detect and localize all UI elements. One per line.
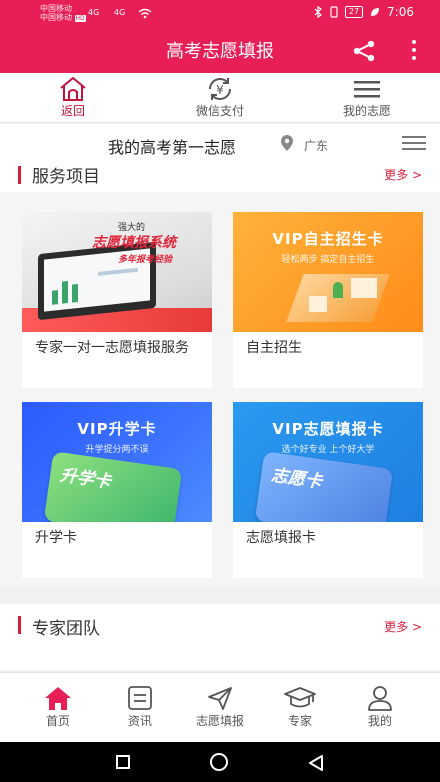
card-text: 升学卡 [58, 465, 113, 493]
team-title: 专家团队 [32, 619, 100, 639]
card-text: 志愿卡 [269, 465, 324, 493]
recent-apps-button[interactable] [116, 755, 130, 769]
team-section: 专家团队 更多 > [0, 604, 440, 670]
independent-admission-banner: VIP自主招生卡 轻松两步 搞定自主招生 [233, 212, 423, 332]
nav-back[interactable]: 返回 [23, 75, 123, 119]
system-nav-bar [0, 742, 440, 782]
carrier-1: 中国移动 [40, 4, 72, 13]
back-button[interactable] [308, 754, 324, 772]
service-caption: 志愿填报卡 [246, 530, 316, 546]
tab-mine-label: 我的 [367, 714, 392, 728]
location-pin-icon [281, 135, 293, 151]
banner-title: VIP志愿填报卡 [272, 420, 384, 438]
section-marker [18, 166, 21, 184]
app-screen: 中国移动 中国移动 HD 4G 4G 27 7:06 高考志愿填报 返回 ¥ 微… [0, 0, 440, 782]
services-grid: 强大的 志愿填报系统 多年报考经验 专家一对一志愿填报服务 VIP自主招生卡 轻… [0, 192, 440, 586]
bluetooth-icon [314, 6, 322, 18]
banner-subtitle: 升学提分两不误 [85, 445, 149, 455]
menu-icon[interactable] [402, 136, 426, 154]
menu-list-icon [354, 81, 380, 98]
carrier-2: 中国移动 [40, 13, 72, 22]
user-icon [368, 686, 392, 711]
status-bar: 中国移动 中国移动 HD 4G 4G 27 7:06 [0, 0, 440, 26]
tab-experts-label: 专家 [287, 714, 312, 728]
home-button[interactable] [210, 753, 228, 771]
banner-title: VIP升学卡 [77, 420, 157, 438]
home-icon [60, 77, 86, 101]
team-more-link[interactable]: 更多 > [384, 618, 422, 635]
vibrate-icon [330, 6, 338, 18]
hd-badge: HD [74, 15, 86, 22]
carrier-info: 中国移动 中国移动 HD [40, 4, 86, 23]
service-card-expert[interactable]: 强大的 志愿填报系统 多年报考经验 专家一对一志愿填报服务 [22, 212, 212, 388]
first-choice-bar: 我的高考第一志愿 广东 [0, 124, 440, 162]
service-card-application[interactable]: VIP志愿填报卡 选个好专业 上个好大学 志愿卡 志愿填报卡 [233, 402, 423, 578]
tab-experts[interactable]: 专家 [260, 683, 340, 729]
signal-1: 4G [88, 8, 100, 17]
home-filled-icon [45, 687, 71, 710]
card-illustration: 志愿卡 [254, 451, 394, 522]
nav-back-label: 返回 [60, 104, 85, 118]
nav-wechat-pay[interactable]: ¥ 微信支付 [170, 75, 270, 119]
banner-title: VIP自主招生卡 [272, 230, 384, 248]
services-header: 服务项目 更多 > [0, 162, 440, 192]
signal-2: 4G [114, 8, 126, 17]
clock: 7:06 [387, 5, 414, 19]
service-caption: 专家一对一志愿填报服务 [35, 340, 189, 356]
services-title: 服务项目 [32, 167, 100, 187]
tab-news[interactable]: 资讯 [100, 683, 180, 729]
banner-subtitle: 轻松两步 搞定自主招生 [281, 255, 375, 265]
services-more-link[interactable]: 更多 > [384, 166, 422, 183]
yen-exchange-icon: ¥ [209, 78, 231, 100]
service-caption: 自主招生 [246, 340, 302, 356]
tab-application-label: 志愿填报 [195, 714, 244, 728]
service-card-independent[interactable]: VIP自主招生卡 轻松两步 搞定自主招生 自主招生 [233, 212, 423, 388]
first-choice-title: 我的高考第一志愿 [108, 138, 237, 157]
tab-home[interactable]: 首页 [18, 683, 98, 729]
banner-line-2: 志愿填报系统 [92, 235, 176, 251]
nav-my-choices[interactable]: 我的志愿 [317, 75, 417, 119]
section-marker [18, 616, 21, 634]
news-icon [128, 686, 152, 710]
status-right: 27 7:06 [313, 5, 414, 19]
card-illustration: 升学卡 [43, 451, 183, 522]
more-vertical-icon[interactable] [409, 40, 419, 62]
share-icon[interactable] [352, 40, 376, 62]
service-card-upgrade[interactable]: VIP升学卡 升学提分两不误 升学卡 升学卡 [22, 402, 212, 578]
top-nav: 返回 ¥ 微信支付 我的志愿 [0, 73, 440, 123]
expert-service-banner: 强大的 志愿填报系统 多年报考经验 [22, 212, 212, 332]
region-selector[interactable]: 广东 [304, 137, 328, 154]
leaf-icon [371, 8, 380, 16]
application-card-banner: VIP志愿填报卡 选个好专业 上个好大学 志愿卡 [233, 402, 423, 522]
svg-text:¥: ¥ [216, 83, 224, 97]
graduation-cap-icon [284, 687, 316, 708]
nav-my-choices-label: 我的志愿 [342, 104, 391, 118]
bottom-tab-bar: 首页 资讯 志愿填报 专家 我的 [0, 672, 440, 742]
banner-line-3: 多年报考经验 [118, 255, 173, 265]
upgrade-card-banner: VIP升学卡 升学提分两不误 升学卡 [22, 402, 212, 522]
battery-indicator: 27 [344, 6, 364, 18]
nav-wechat-pay-label: 微信支付 [195, 104, 244, 118]
service-caption: 升学卡 [35, 530, 77, 546]
banner-subtitle: 选个好专业 上个好大学 [281, 445, 375, 455]
tab-application[interactable]: 志愿填报 [180, 683, 260, 729]
send-icon [208, 687, 232, 710]
app-header: 中国移动 中国移动 HD 4G 4G 27 7:06 高考志愿填报 [0, 0, 440, 73]
tab-news-label: 资讯 [127, 714, 152, 728]
tab-mine[interactable]: 我的 [340, 683, 420, 729]
tab-home-label: 首页 [45, 714, 70, 728]
wifi-icon [138, 8, 152, 19]
